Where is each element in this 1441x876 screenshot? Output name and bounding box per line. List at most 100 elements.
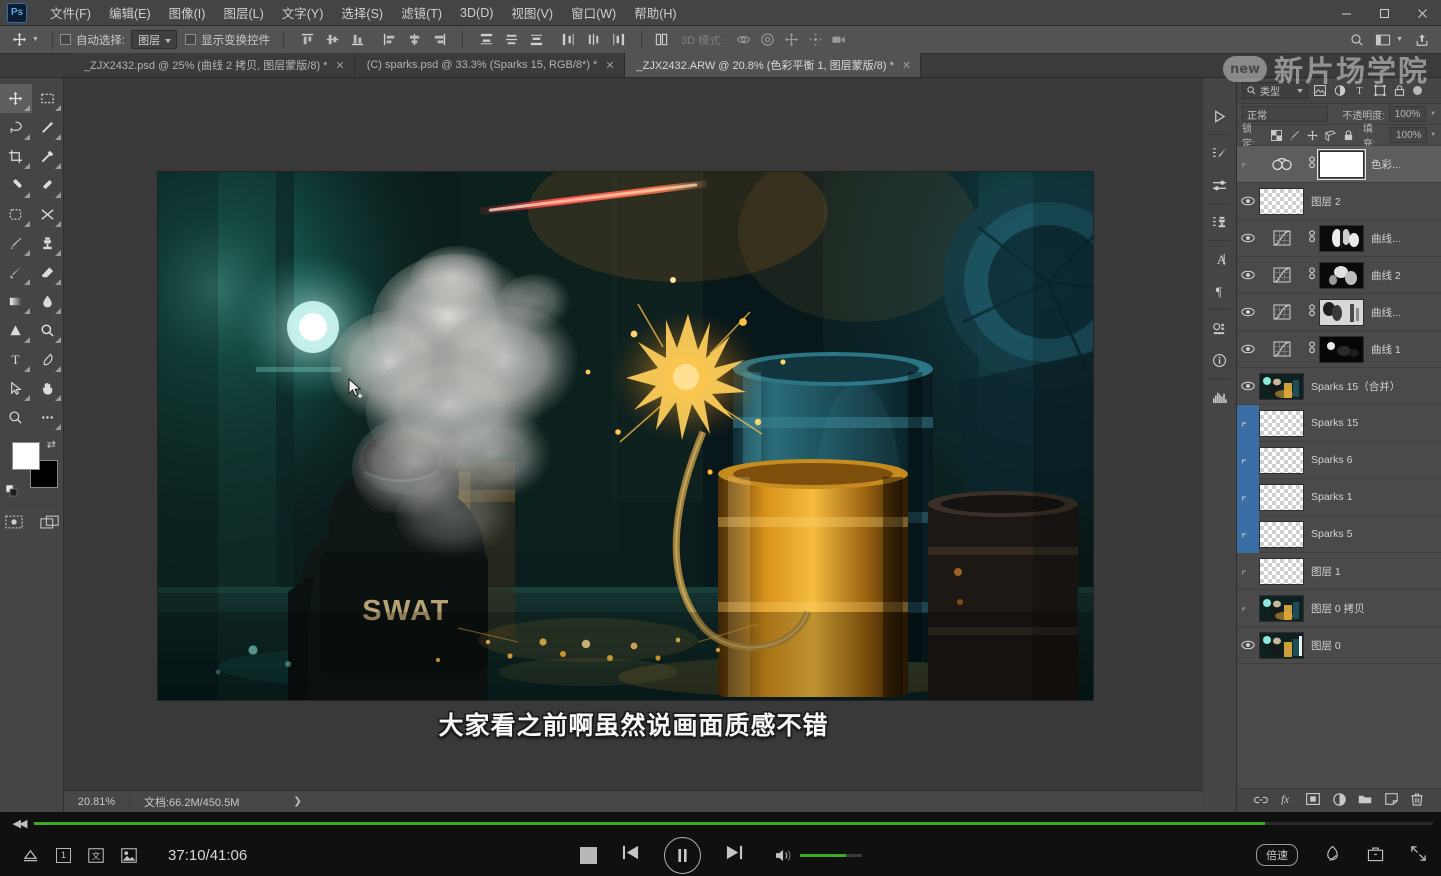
table-row[interactable]: 图层 0 <box>1237 627 1441 664</box>
search-icon[interactable] <box>1344 29 1370 51</box>
curves-icon[interactable] <box>1259 262 1304 289</box>
snapshot-icon[interactable] <box>1324 845 1341 866</box>
layer-visibility-toggle[interactable] <box>1237 220 1259 257</box>
history-brush-tool[interactable] <box>0 258 32 287</box>
patch-tool[interactable] <box>0 200 32 229</box>
chevron-down-icon[interactable]: ▼ <box>1430 111 1436 117</box>
layer-thumbnail[interactable] <box>1259 409 1304 437</box>
delete-layer-icon[interactable] <box>1410 792 1425 809</box>
layer-filter-dropdown[interactable]: 类型 <box>1242 82 1308 99</box>
3d-pan-icon[interactable] <box>779 29 803 51</box>
close-icon[interactable]: ✕ <box>605 59 614 72</box>
maximize-button[interactable] <box>1365 0 1403 26</box>
menu-image[interactable]: 图像(I) <box>160 0 215 26</box>
paragraph-panel-icon[interactable]: ¶ <box>1203 275 1236 307</box>
menu-layer[interactable]: 图层(L) <box>214 0 272 26</box>
eject-icon[interactable] <box>22 848 39 863</box>
layer-visibility-toggle[interactable] <box>1237 553 1259 590</box>
screenshot-icon[interactable] <box>121 847 137 863</box>
layer-thumbnail[interactable] <box>1259 372 1304 400</box>
type-tool[interactable]: T <box>0 345 32 374</box>
fill-value[interactable]: 100% <box>1390 127 1428 143</box>
curves-icon[interactable] <box>1259 299 1304 326</box>
table-row[interactable]: 图层 1 <box>1237 553 1441 590</box>
lock-image-pixels-icon[interactable] <box>1287 127 1302 143</box>
document-tab-2[interactable]: (C) sparks.psd @ 33.3% (Sparks 15, RGB/8… <box>354 53 625 77</box>
layer-visibility-toggle[interactable] <box>1237 368 1259 405</box>
layer-visibility-toggle[interactable] <box>1237 441 1259 479</box>
new-group-icon[interactable] <box>1358 793 1373 808</box>
eyedropper-tool[interactable] <box>32 142 64 171</box>
lock-artboard-icon[interactable] <box>1323 127 1338 143</box>
filter-adjustment-icon[interactable] <box>1331 82 1348 100</box>
table-row[interactable]: Sparks 5 <box>1237 515 1441 553</box>
menu-file[interactable]: 文件(F) <box>41 0 100 26</box>
link-mask-icon[interactable] <box>1304 267 1319 283</box>
lock-position-icon[interactable] <box>1305 127 1320 143</box>
auto-select-dropdown[interactable]: 图层 <box>131 30 178 49</box>
quick-mask-icon[interactable] <box>1 512 27 532</box>
pause-button[interactable] <box>663 836 701 874</box>
lasso-tool[interactable] <box>0 113 32 142</box>
menu-filter[interactable]: 滤镜(T) <box>392 0 451 26</box>
next-icon[interactable] <box>725 844 744 866</box>
table-row[interactable]: 曲线... <box>1237 294 1441 331</box>
move-tool-icon[interactable] <box>6 29 32 51</box>
distribute-bottom-icon[interactable] <box>524 29 548 51</box>
briefcase-icon[interactable] <box>1367 846 1384 865</box>
burn-tool[interactable] <box>32 316 64 345</box>
lock-all-icon[interactable] <box>1341 127 1356 143</box>
layers-list[interactable]: 色彩... 图层 2 曲线... 曲线 2 曲线... 曲线 1 Sparks … <box>1237 146 1441 788</box>
layer-thumbnail[interactable] <box>1259 187 1304 215</box>
chevron-down-icon[interactable]: ▼ <box>1430 132 1436 138</box>
hand-tool[interactable] <box>32 374 64 403</box>
menu-3d[interactable]: 3D(D) <box>451 2 502 24</box>
artboard[interactable]: SWAT <box>158 172 1093 700</box>
3d-roll-icon[interactable] <box>755 29 779 51</box>
document-tab-3[interactable]: _ZJX2432.ARW @ 20.8% (色彩平衡 1, 图层蒙版/8) * … <box>624 53 922 77</box>
filter-smart-object-icon[interactable] <box>1391 82 1408 100</box>
align-right-edges-icon[interactable] <box>427 29 451 51</box>
workspace-icon[interactable] <box>1370 29 1396 51</box>
swap-colors-icon[interactable]: ⇄ <box>47 438 56 451</box>
layer-visibility-toggle[interactable] <box>1237 627 1259 664</box>
info-panel-icon[interactable] <box>1203 344 1236 376</box>
link-mask-icon[interactable] <box>1304 341 1319 357</box>
share-icon[interactable] <box>1409 29 1435 51</box>
workspace-caret-icon[interactable]: ▼ <box>1396 36 1403 43</box>
volume-slider[interactable] <box>799 853 862 857</box>
layer-thumbnail[interactable] <box>1259 520 1304 548</box>
layer-visibility-toggle[interactable] <box>1237 404 1259 442</box>
default-colors-icon[interactable] <box>5 484 18 497</box>
zoom-tool[interactable] <box>0 403 32 432</box>
align-vertical-centers-icon[interactable] <box>320 29 344 51</box>
stop-icon[interactable] <box>579 846 597 864</box>
canvas-area[interactable]: SWAT 大家看之前啊虽然说画面质感不错 <box>64 78 1203 790</box>
layer-mask-thumbnail[interactable] <box>1319 298 1364 326</box>
table-row[interactable]: 图层 2 <box>1237 183 1441 220</box>
crop-tool[interactable] <box>0 142 32 171</box>
layer-visibility-toggle[interactable] <box>1237 515 1259 553</box>
screen-mode-icon[interactable] <box>37 512 63 532</box>
distribute-vertical-center-icon[interactable] <box>499 29 523 51</box>
layer-visibility-toggle[interactable] <box>1237 183 1259 220</box>
dodge-tool[interactable] <box>0 316 32 345</box>
brush-tool-alt[interactable] <box>32 171 64 200</box>
align-top-edges-icon[interactable] <box>295 29 319 51</box>
table-row[interactable]: 色彩... <box>1237 146 1441 183</box>
table-row[interactable]: Sparks 1 <box>1237 478 1441 516</box>
menu-type[interactable]: 文字(Y) <box>273 0 333 26</box>
link-mask-icon[interactable] <box>1304 304 1319 320</box>
foreground-color-swatch[interactable] <box>12 442 40 470</box>
new-layer-icon[interactable] <box>1384 793 1399 808</box>
close-button[interactable] <box>1403 0 1441 26</box>
filter-shape-icon[interactable] <box>1371 82 1388 100</box>
rectangular-marquee-tool[interactable] <box>32 84 64 113</box>
3d-panel-icon[interactable] <box>1203 312 1236 344</box>
layer-thumbnail[interactable] <box>1259 483 1304 511</box>
document-tab-1[interactable]: _ZJX2432.psd @ 25% (曲线 2 拷贝, 图层蒙版/8) * ✕ <box>72 53 355 77</box>
table-row[interactable]: Sparks 6 <box>1237 441 1441 479</box>
blur-tool[interactable] <box>32 287 64 316</box>
link-mask-icon[interactable] <box>1304 156 1319 172</box>
color-balance-icon[interactable] <box>1259 151 1304 178</box>
